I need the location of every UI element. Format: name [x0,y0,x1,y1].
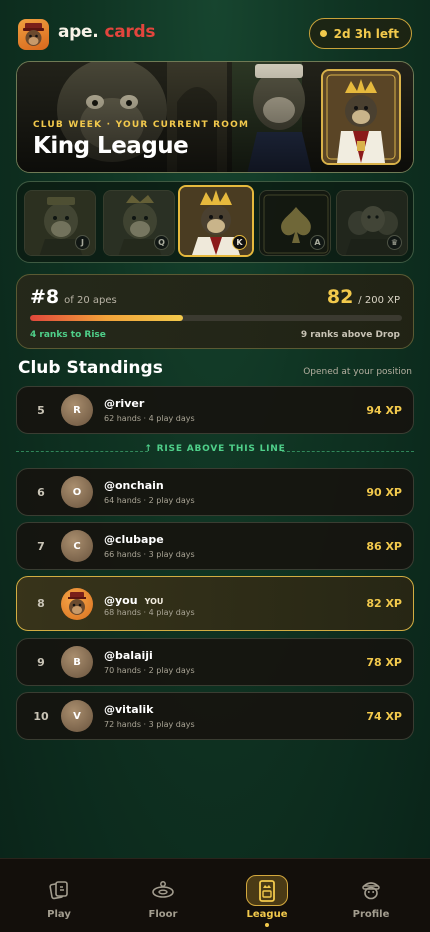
top-bar: ape. cards 2d 3h left [0,0,430,66]
brand-wordmark[interactable]: ape. cards [58,22,155,42]
xp-total: / 200 XP [358,295,400,306]
nav-label: Play [47,909,71,920]
row-position: 8 [37,597,45,610]
standing-row[interactable]: 9 B @balaiji 70 hands · 2 play days 78 X… [16,638,414,686]
ranks-to-rise: 4 ranks to Rise [30,330,106,340]
ranks-above-drop: 9 ranks above Drop [300,330,400,340]
player-xp: 74 XP [366,709,402,723]
nav-tab-profile[interactable]: Profile [328,859,414,932]
you-badge: YOU [144,597,164,606]
player-xp: 90 XP [366,485,402,499]
standings-title: Club Standings [18,358,163,378]
xp-progress-bar [30,315,402,321]
player-handle: @you [104,594,138,607]
user-ape-avatar [61,588,93,620]
player-meta: 64 hands · 2 play days [104,496,195,505]
player-meta: 72 hands · 3 play days [104,720,195,729]
player-handle: @onchain [104,479,164,492]
room-card-jack[interactable]: J [24,190,96,256]
room-badge-label: ♛ [387,235,402,250]
ape-logo-icon[interactable] [18,19,49,50]
timer-label: 2d 3h left [333,26,399,41]
row-position: 10 [33,709,49,723]
avatar: R [61,394,93,426]
brand-suffix: cards [104,22,156,42]
row-position: 5 [37,403,45,417]
player-handle: @clubape [104,533,164,546]
rank-number: #8 [30,286,60,308]
room-badge-label: Q [154,235,169,250]
room-selector: J Q K A ♛ [16,181,414,263]
nav-tab-league[interactable]: League [224,859,310,932]
king-card-artwork [321,69,401,165]
player-handle: @vitalik [104,703,154,716]
league-card-icon [246,875,288,906]
room-badge-label: A [310,235,325,250]
player-meta: 68 hands · 4 play days [104,608,195,617]
rise-line-label: ↑ RISE ABOVE THIS LINE [144,444,286,454]
nav-label: Floor [148,909,178,920]
ape-profile-icon [358,877,384,903]
standing-row[interactable]: 5 R @river 62 hands · 4 play days 94 XP [16,386,414,434]
room-card-ace[interactable]: A [259,190,331,256]
player-xp: 82 XP [366,597,402,610]
player-xp: 86 XP [366,539,402,553]
room-card-queen[interactable]: Q [103,190,175,256]
rank-position: #8 of 20 apes [30,286,117,308]
timer-dot-icon [319,30,327,37]
nav-label: League [246,909,288,920]
rise-threshold-divider: ↑ RISE ABOVE THIS LINE [16,444,414,458]
hero-eyebrow: CLUB WEEK · YOUR CURRENT ROOM [33,120,250,130]
room-card-crown[interactable]: ♛ [336,190,408,256]
player-handle: @river [104,397,145,410]
avatar: V [61,700,93,732]
player-handle-row: @you YOU [104,594,163,607]
player-meta: 62 hands · 4 play days [104,414,195,423]
standing-row[interactable]: 10 V @vitalik 72 hands · 3 play days 74 … [16,692,414,740]
avatar: C [61,530,93,562]
player-xp: 78 XP [366,655,402,669]
player-handle: @balaiji [104,649,153,662]
avatar: O [61,476,93,508]
active-indicator-dot [265,923,269,927]
room-badge-label: K [232,235,247,250]
rank-of-total: of 20 apes [64,295,117,306]
bottom-nav: Play Floor League Profile [0,858,430,932]
cards-icon [46,877,72,903]
room-badge-label: J [75,235,90,250]
xp-value: 82 [326,286,354,308]
standing-row[interactable]: 6 O @onchain 64 hands · 2 play days 90 X… [16,468,414,516]
nav-tab-floor[interactable]: Floor [120,859,206,932]
brand-name: ape. [58,22,99,42]
hero-title: King League [33,133,189,159]
standing-row-current-user[interactable]: 8 @you YOU 68 hands · 4 play days 82 XP [16,576,414,631]
room-card-king[interactable]: K [178,185,254,257]
rank-xp: 82 / 200 XP [327,286,400,308]
poker-table-icon [150,877,176,903]
player-meta: 66 hands · 3 play days [104,550,195,559]
row-position: 6 [37,485,45,499]
nav-tab-play[interactable]: Play [16,859,102,932]
nav-label: Profile [352,909,390,920]
player-meta: 70 hands · 2 play days [104,666,195,675]
player-xp: 94 XP [366,403,402,417]
standing-row[interactable]: 7 C @clubape 66 hands · 3 play days 86 X… [16,522,414,570]
avatar: B [61,646,93,678]
current-room-hero[interactable]: CLUB WEEK · YOUR CURRENT ROOM King Leagu… [16,61,414,173]
league-timer-badge[interactable]: 2d 3h left [308,18,412,49]
row-position: 9 [37,655,45,669]
row-position: 7 [37,539,45,553]
xp-progress-fill [30,315,183,321]
standings-note: Opened at your position [303,367,412,377]
rank-summary-card: #8 of 20 apes 82 / 200 XP 4 ranks to Ris… [16,274,414,349]
